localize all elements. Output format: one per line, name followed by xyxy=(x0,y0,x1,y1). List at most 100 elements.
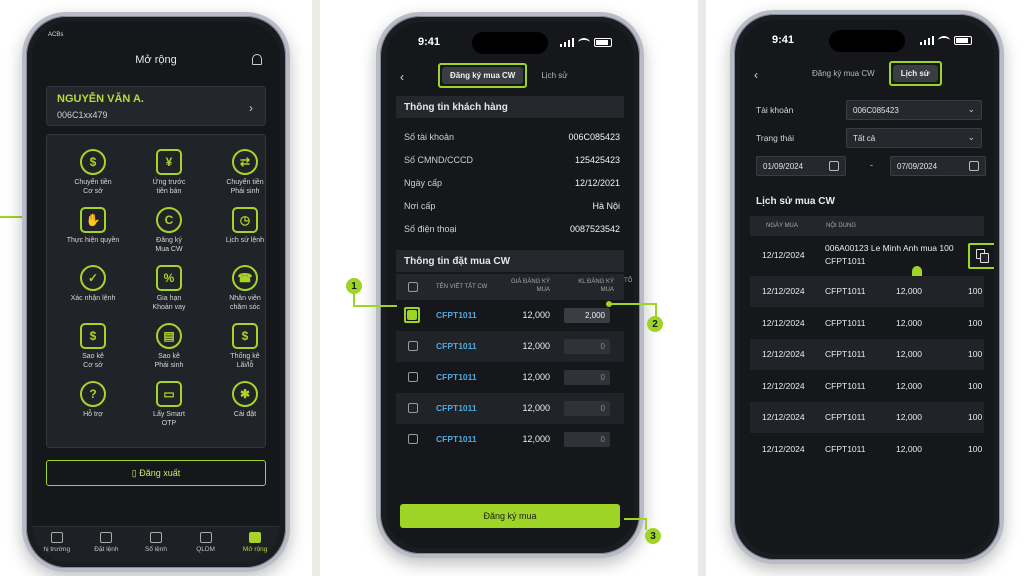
qty-input[interactable]: 0 xyxy=(564,401,610,416)
status-select[interactable]: Tất cả ⌄ xyxy=(846,128,982,148)
tab-history[interactable]: Lịch sử xyxy=(892,64,938,82)
info-value: 125425423 xyxy=(574,155,620,165)
menu-item-label: Cài đặt xyxy=(233,411,257,418)
row-date: 12/12/2024 xyxy=(762,380,805,391)
menu-item-2[interactable]: ⇄ Chuyển tiền Phái sinh xyxy=(205,149,280,196)
row-checkbox[interactable] xyxy=(408,434,418,444)
row-content-line1: 006A00123 Le Minh Anh mua 100 xyxy=(825,243,954,253)
menu-item-label: Chuyển tiền xyxy=(226,179,264,186)
menu-item-0[interactable]: $ Chuyển tiền Cơ sở xyxy=(53,149,133,196)
phone-frame: 9:41 ‹ Đăng ký mua CW Lịch sử Thông tin … xyxy=(376,12,644,558)
history-row[interactable]: 12/12/2024 CFPT1011 12,000 100 xyxy=(750,371,984,402)
menu-item-9[interactable]: $ Sao kê Cơ sở xyxy=(53,323,133,370)
select-all-checkbox[interactable] xyxy=(408,282,418,292)
history-row-first[interactable]: 12/12/2024 006A00123 Le Minh Anh mua 100… xyxy=(750,236,994,280)
menu-item-5[interactable]: ◷ Lịch sử lệnh xyxy=(205,207,280,245)
tab-2[interactable]: Sổ lệnh xyxy=(134,532,178,562)
chevron-right-icon: › xyxy=(249,101,253,115)
cw-code-link[interactable]: CFPT1011 xyxy=(436,341,477,351)
tab-history[interactable]: Lịch sử xyxy=(533,67,575,84)
copy-button[interactable] xyxy=(968,243,994,269)
row-qty: 100 xyxy=(968,349,983,359)
qty-input[interactable]: 2,000 xyxy=(564,308,610,323)
tab-register-cw[interactable]: Đăng ký mua CW xyxy=(804,65,883,82)
status-filter: Trạng thái Tất cả ⌄ xyxy=(756,128,982,148)
tab-0[interactable]: hị trường xyxy=(35,532,79,562)
status-time: 9:41 xyxy=(418,36,441,48)
dollar-coin-icon: $ xyxy=(80,149,106,175)
qty-input[interactable]: 0 xyxy=(564,370,610,385)
history-row[interactable]: 12/12/2024 CFPT1011 12,000 100 xyxy=(750,434,984,465)
order-row[interactable]: CFPT1011 12,000 0 xyxy=(396,424,624,455)
order-row[interactable]: CFPT1011 12,000 0 xyxy=(396,393,624,424)
order-row[interactable]: CFPT1011 12,000 2,000 xyxy=(396,300,624,331)
info-value: 0087523542 xyxy=(569,224,620,234)
chevron-down-icon: ⌄ xyxy=(967,132,975,142)
menu-item-12[interactable]: ? Hỗ trợ xyxy=(53,381,133,419)
order-row[interactable]: CFPT1011 12,000 0 xyxy=(396,362,624,393)
phone-frame: ACBs Mở rộng NGUYỄN VĂN A. 006C1xx479 › … xyxy=(22,12,290,572)
menu-item-13[interactable]: ▭ Lấy Smart OTP xyxy=(129,381,209,428)
row-checkbox[interactable] xyxy=(408,372,418,382)
info-row: Số tài khoản 006C085423 xyxy=(404,132,620,150)
row-qty: 100 xyxy=(968,412,983,422)
qty-input[interactable]: 0 xyxy=(564,432,610,447)
cw-code-link[interactable]: CFPT1011 xyxy=(436,372,477,382)
cw-code-link[interactable]: CFPT1011 xyxy=(436,434,477,444)
cw-code-link[interactable]: CFPT1011 xyxy=(436,403,477,413)
history-table-header: NGÀY MUA NỘI DUNG xyxy=(750,216,984,236)
row-checkbox[interactable] xyxy=(408,403,418,413)
history-row[interactable]: 12/12/2024 CFPT1011 12,000 100 xyxy=(750,276,984,307)
menu-item-14[interactable]: ✱ Cài đặt xyxy=(205,381,280,419)
tab-1[interactable]: Đặt lệnh xyxy=(84,532,128,562)
menu-item-6[interactable]: ✓ Xác nhận lệnh xyxy=(53,265,133,303)
menu-item-label: Lãi/lỗ xyxy=(236,362,254,369)
status-label: Trạng thái xyxy=(756,133,794,143)
back-arrow-icon[interactable]: ‹ xyxy=(754,68,758,82)
bell-icon[interactable] xyxy=(252,54,262,65)
row-date: 12/12/2024 xyxy=(762,317,805,328)
history-row[interactable]: 12/12/2024 CFPT1011 12,000 100 xyxy=(750,402,984,433)
menu-item-4[interactable]: C Đăng ký Mua CW xyxy=(129,207,209,254)
row-checkbox[interactable] xyxy=(407,310,417,320)
menu-item-3[interactable]: ✋ Thực hiện quyền xyxy=(53,207,133,245)
row-price: 12,000 xyxy=(896,380,922,391)
account-select[interactable]: 006C085423 ⌄ xyxy=(846,100,982,120)
menu-item-1[interactable]: ¥ Ứng trước tiền bán xyxy=(129,149,209,196)
check-icon: ✓ xyxy=(80,265,106,291)
back-arrow-icon[interactable]: ‹ xyxy=(400,70,404,84)
hand-icon: ✋ xyxy=(80,207,106,233)
menu-item-label: chăm sóc xyxy=(230,304,260,311)
user-card[interactable]: NGUYỄN VĂN A. 006C1xx479 › xyxy=(46,86,266,126)
menu-item-10[interactable]: ▤ Sao kê Phái sinh xyxy=(129,323,209,370)
menu-item-7[interactable]: % Gia hạn Khoản vay xyxy=(129,265,209,312)
date-from-field[interactable]: 01/09/2024 xyxy=(756,156,846,176)
info-row: Số điện thoại 0087523542 xyxy=(404,224,620,242)
menu-item-11[interactable]: $ Thống kê Lãi/lỗ xyxy=(205,323,280,370)
tab-icon xyxy=(149,532,162,543)
menu-item-label: Mua CW xyxy=(155,246,183,253)
menu-item-8[interactable]: ☎ Nhân viên chăm sóc xyxy=(205,265,280,312)
row-qty: 100 xyxy=(968,286,983,296)
battery-icon xyxy=(594,38,612,47)
row-checkbox[interactable] xyxy=(408,341,418,351)
qty-input[interactable]: 0 xyxy=(564,339,610,354)
cw-code-link[interactable]: CFPT1011 xyxy=(436,310,477,320)
callout-line xyxy=(353,305,397,307)
menu-item-label: Khoản vay xyxy=(152,304,186,311)
order-row[interactable]: CFPT1011 12,000 0 xyxy=(396,331,624,362)
logout-button[interactable]: ▯ Đăng xuất xyxy=(46,460,266,486)
col-extra: TỔ xyxy=(624,278,633,284)
tab-register-cw[interactable]: Đăng ký mua CW xyxy=(442,66,524,84)
tab-label: hị trường xyxy=(43,546,71,553)
segment-tabs: Đăng ký mua CW Lịch sử xyxy=(804,60,942,86)
register-submit-button[interactable]: Đăng ký mua xyxy=(400,504,620,528)
tab-3[interactable]: QLDM xyxy=(184,532,228,562)
statement-icon: $ xyxy=(80,323,106,349)
date-to-field[interactable]: 07/09/2024 xyxy=(890,156,986,176)
tab-4[interactable]: Mở rộng xyxy=(233,532,277,562)
history-row[interactable]: 12/12/2024 CFPT1011 12,000 100 xyxy=(750,308,984,339)
history-row[interactable]: 12/12/2024 CFPT1011 12,000 100 xyxy=(750,339,984,370)
info-key: Ngày cấp xyxy=(404,178,443,188)
account-filter: Tài khoản 006C085423 ⌄ xyxy=(756,100,982,120)
